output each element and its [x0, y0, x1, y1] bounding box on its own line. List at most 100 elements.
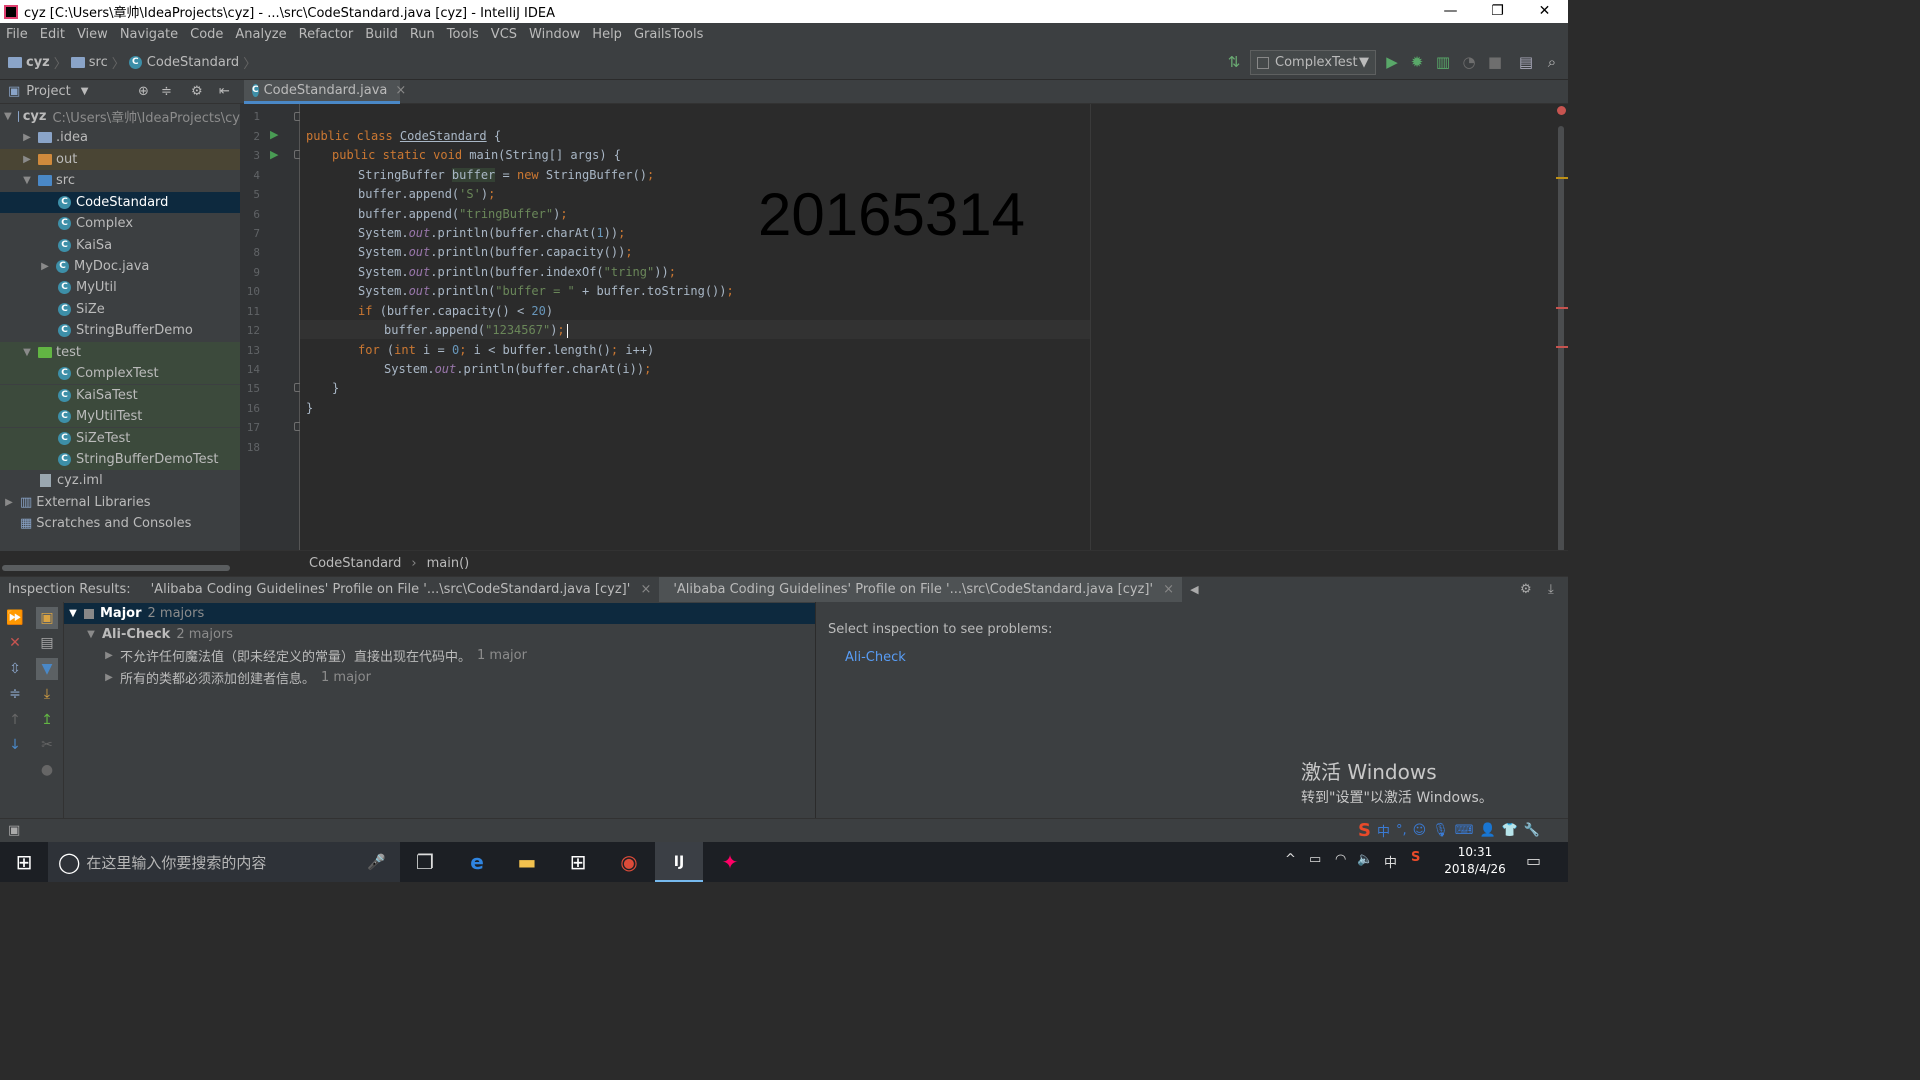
error-stripe-icon[interactable]: [1557, 106, 1566, 115]
rerun-icon[interactable]: ⏩: [4, 607, 26, 629]
autoscroll-icon[interactable]: ↥: [36, 709, 58, 731]
hide-panel-icon[interactable]: ⤓: [1548, 582, 1554, 597]
close-icon[interactable]: ✕: [4, 632, 26, 654]
ali-check-link[interactable]: Ali-Check: [845, 650, 906, 665]
start-icon[interactable]: ⊞: [0, 842, 48, 882]
breadcrumb-class-name[interactable]: CodeStandard: [309, 556, 401, 571]
volume-icon[interactable]: 🔈: [1357, 852, 1373, 867]
chevron-down-icon[interactable]: ▼: [81, 86, 89, 97]
gear-icon[interactable]: ⚙: [191, 84, 203, 99]
microphone-icon[interactable]: 🎙: [1432, 823, 1449, 838]
sogou-logo-icon[interactable]: S: [1358, 820, 1371, 841]
tree-item-kaisa[interactable]: C KaiSa: [0, 235, 240, 256]
close-tab-icon[interactable]: ×: [1163, 582, 1174, 597]
menu-analyze[interactable]: Analyze: [229, 27, 292, 42]
breadcrumb-class[interactable]: C CodeStandard 〉: [128, 53, 260, 72]
expand-arrow-icon[interactable]: ▼: [22, 175, 32, 186]
microphone-icon[interactable]: 🎤: [367, 853, 386, 871]
menu-window[interactable]: Window: [523, 27, 586, 42]
menu-view[interactable]: View: [71, 27, 114, 42]
close-tab-icon[interactable]: ×: [395, 83, 406, 98]
intellij-icon[interactable]: IJ: [655, 842, 703, 882]
file-explorer-icon[interactable]: ▬: [503, 842, 551, 882]
tree-item-out[interactable]: ▶ out: [0, 149, 240, 170]
breadcrumb-src[interactable]: src 〉: [70, 53, 129, 72]
error-mark[interactable]: [1556, 346, 1568, 348]
inspection-group-major[interactable]: ▼ Major 2 majors: [64, 603, 815, 624]
expand-arrow-icon[interactable]: ▶: [104, 672, 114, 683]
code-editor[interactable]: public class CodeStandard { public stati…: [300, 104, 1556, 550]
inspection-item-author-info[interactable]: ▶ 所有的类都必须添加创建者信息。 1 major: [64, 667, 815, 688]
inspection-group-ali-check[interactable]: ▼ Ali-Check 2 majors: [64, 624, 815, 645]
menu-help[interactable]: Help: [586, 27, 628, 42]
menu-build[interactable]: Build: [359, 27, 404, 42]
expand-arrow-icon[interactable]: ▶: [40, 261, 50, 272]
run-config-select[interactable]: ComplexTest ▼: [1250, 50, 1376, 75]
tree-item-sizetest[interactable]: C SiZeTest: [0, 428, 240, 449]
group-by-severity-icon[interactable]: ▣: [36, 607, 58, 629]
editor-vertical-scrollbar[interactable]: [1556, 104, 1568, 552]
tree-item-myutil[interactable]: C MyUtil: [0, 277, 240, 298]
sogou-tray-icon[interactable]: S: [1411, 850, 1420, 865]
menu-refactor[interactable]: Refactor: [293, 27, 360, 42]
profile-icon[interactable]: ◔: [1461, 54, 1477, 70]
task-view-icon[interactable]: ❐: [401, 842, 449, 882]
input-language[interactable]: 中: [1384, 852, 1397, 871]
tree-item-myutiltest[interactable]: C MyUtilTest: [0, 406, 240, 427]
collapse-all-icon[interactable]: ≑: [4, 683, 26, 705]
expand-arrow-icon[interactable]: ▶: [104, 650, 114, 661]
tree-item-scratches[interactable]: ▦ Scratches and Consoles: [0, 513, 240, 534]
inspection-item-magic-value[interactable]: ▶ 不允许任何魔法值（即未经定义的常量）直接出现在代码中。 1 major: [64, 645, 815, 666]
group-by-directory-icon[interactable]: ▤: [36, 632, 58, 654]
tree-item-test[interactable]: ▼ test: [0, 342, 240, 363]
collapse-icon[interactable]: ≑: [161, 84, 172, 99]
chrome-icon[interactable]: ◉: [605, 842, 653, 882]
tree-item-size[interactable]: C SiZe: [0, 299, 240, 320]
expand-arrow-icon[interactable]: ▶: [22, 132, 32, 143]
tab-codestandard-java[interactable]: C CodeStandard.java ×: [244, 80, 406, 104]
wrench-icon[interactable]: 🔧: [1524, 823, 1540, 838]
menu-file[interactable]: File: [0, 27, 34, 42]
tool-windows-icon[interactable]: ▣: [8, 823, 20, 838]
project-view-select[interactable]: Project: [26, 84, 70, 99]
edge-icon[interactable]: e: [453, 842, 501, 882]
menu-vcs[interactable]: VCS: [485, 27, 523, 42]
minimize-button[interactable]: —: [1427, 0, 1474, 23]
expand-arrow-icon[interactable]: ▶: [22, 154, 32, 165]
tree-item-kaisatest[interactable]: C KaiSaTest: [0, 385, 240, 406]
filter-icon[interactable]: ▼: [36, 658, 58, 680]
tree-item-codestandard[interactable]: C CodeStandard: [0, 192, 240, 213]
tree-item-complextest[interactable]: C ComplexTest: [0, 363, 240, 384]
store-icon[interactable]: ⊞: [554, 842, 602, 882]
wifi-icon[interactable]: ◠: [1335, 852, 1346, 867]
inspection-tab-1[interactable]: 'Alibaba Coding Guidelines' Profile on F…: [139, 577, 660, 603]
breadcrumb-project[interactable]: cyz 〉: [8, 53, 71, 72]
ime-language-toggle[interactable]: 中: [1377, 821, 1390, 840]
run-icon[interactable]: ▶: [1384, 54, 1400, 70]
expand-all-icon[interactable]: ⇳: [4, 658, 26, 680]
tree-item-stringbufferdemo[interactable]: C StringBufferDemo: [0, 320, 240, 341]
menu-navigate[interactable]: Navigate: [114, 27, 184, 42]
coverage-icon[interactable]: ▥: [1435, 54, 1451, 70]
tabs-list-icon[interactable]: ◀: [1190, 583, 1198, 596]
expand-arrow-icon[interactable]: ▼: [68, 608, 78, 619]
chevron-up-icon[interactable]: ^: [1285, 852, 1296, 867]
notifications-icon[interactable]: ▭: [1526, 851, 1541, 870]
tree-item-external-libraries[interactable]: ▶ ▥ External Libraries: [0, 492, 240, 513]
tree-item-complex[interactable]: C Complex: [0, 213, 240, 234]
punctuation-icon[interactable]: °,: [1396, 823, 1407, 838]
user-icon[interactable]: 👤: [1479, 823, 1495, 838]
battery-icon[interactable]: ▭: [1309, 852, 1321, 867]
app-icon[interactable]: ✦: [706, 842, 754, 882]
tree-item-mydoc[interactable]: ▶ C MyDoc.java: [0, 256, 240, 277]
locate-icon[interactable]: ⊕: [138, 84, 149, 99]
expand-arrow-icon[interactable]: ▼: [86, 629, 96, 640]
gear-icon[interactable]: ⚙: [1520, 582, 1532, 597]
clock[interactable]: 10:31 2018/4/26: [1440, 844, 1510, 878]
expand-arrow-icon[interactable]: ▼: [4, 111, 12, 122]
close-window-button[interactable]: ✕: [1521, 0, 1568, 23]
taskbar-search[interactable]: ◯ 在这里输入你要搜索的内容 🎤: [48, 842, 400, 882]
menu-tools[interactable]: Tools: [441, 27, 485, 42]
hide-icon[interactable]: ⇤: [219, 84, 230, 99]
run-class-icon[interactable]: ▶: [270, 128, 278, 141]
